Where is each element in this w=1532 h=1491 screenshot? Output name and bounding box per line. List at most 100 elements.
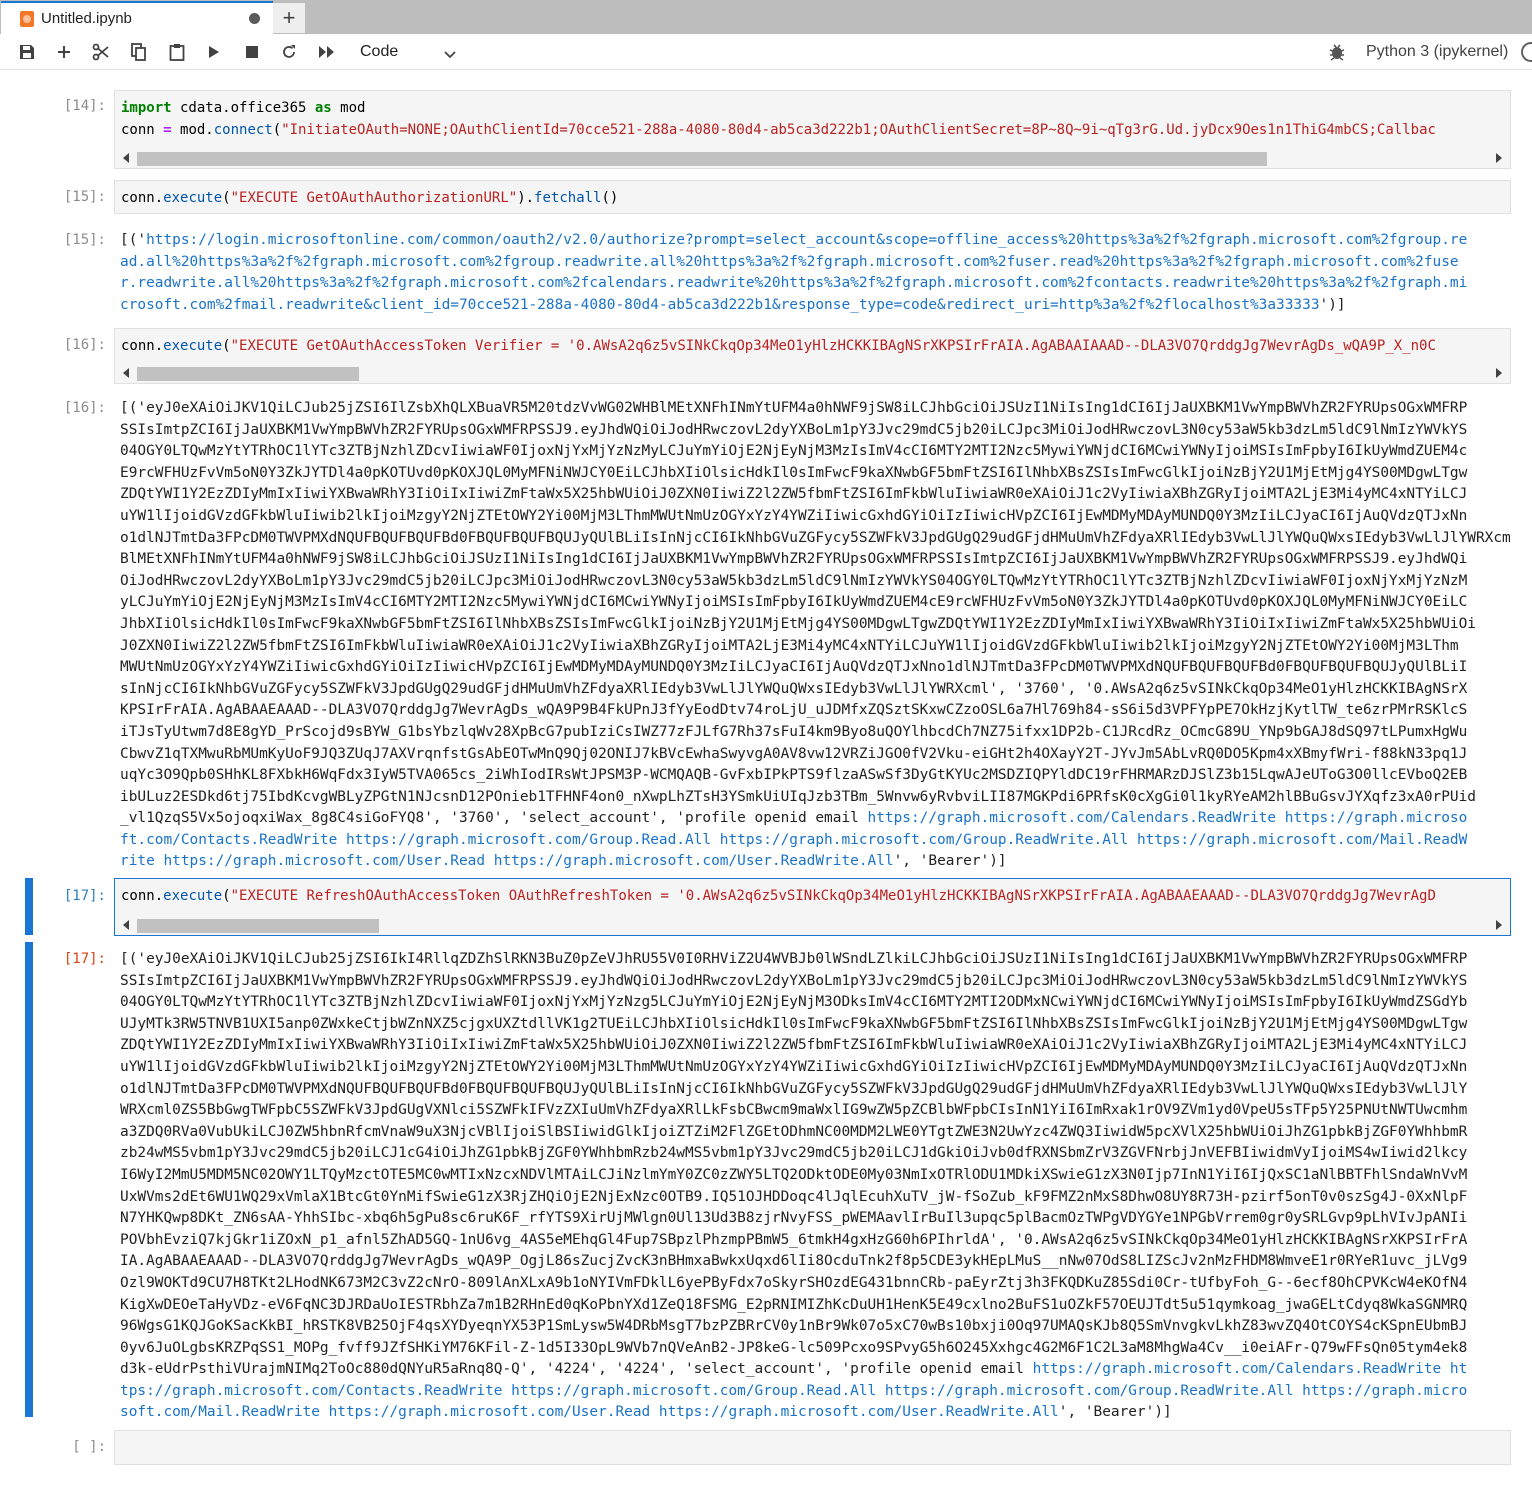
code-editor[interactable]: conn.execute("EXECUTE GetOAuthAccessToke… (114, 328, 1511, 384)
cell-type-dropdown[interactable]: Code (356, 40, 464, 64)
horizontal-scrollbar[interactable] (115, 148, 1510, 168)
output-line: E9rcWFHUzFvVm5oN0Y3ZkJYTDl4a0pKOTUvd0pKO… (120, 464, 1468, 481)
output-line: uqYc3O9Qpb0SHhKL8FXbkH6WqFdx3IyW5TVA065c… (120, 767, 1468, 784)
input-prompt: [17]: (63, 888, 106, 904)
output-collapser[interactable] (25, 942, 33, 1417)
output-line: MWUtNmUzOGYxYzY4YWZiIiwicGxhdGYiOiIzIiwi… (120, 659, 1468, 676)
input-collapser[interactable] (25, 878, 33, 935)
output-line: ft.com/Contacts.ReadWrite https://graph.… (120, 830, 1505, 852)
output-line: r.readwrite.all%20https%3a%2f%2fgraph.mi… (120, 273, 1505, 295)
output-line: sInNjcCI6IkNhbGVuZGFycy5SZWFkV3JpdGUgQ29… (120, 680, 1468, 697)
output-link[interactable]: https://graph.microsoft.com/Calendars.Re… (868, 810, 1468, 826)
stop-icon[interactable] (239, 40, 265, 64)
output-link[interactable]: r.readwrite.all%20https%3a%2f%2fgraph.mi… (120, 275, 1467, 291)
run-icon[interactable] (201, 40, 227, 64)
output-line: UxWVms2dEt6WU1WQ29xVmlaX1BtcGt0YnMifSwie… (120, 1188, 1468, 1205)
new-tab-button[interactable]: + (273, 3, 305, 33)
save-icon[interactable] (14, 40, 40, 64)
output-line: tps://graph.microsoft.com/Contacts.ReadW… (120, 1381, 1505, 1403)
output-link[interactable]: https://login.microsoftonline.com/common… (146, 232, 1467, 248)
output-line: yLCJuYmYiOjE2NjEyNjM3MzIsImV4cCI6MTY2MTI… (120, 594, 1468, 611)
horizontal-scrollbar[interactable] (115, 363, 1510, 383)
add-cell-icon[interactable] (51, 40, 77, 64)
notebook-icon (20, 10, 34, 27)
output-line: uYW1lIjoidGVzdGFkbWluIiwib2lkIjoiMzgyY2N… (120, 507, 1468, 524)
code-line: conn.execute("EXECUTE RefreshOAuthAccess… (121, 888, 1436, 904)
input-prompt: [14]: (63, 98, 106, 114)
paste-icon[interactable] (164, 40, 190, 64)
notebook-toolbar: Code Python 3 (ipykernel) (0, 34, 1532, 70)
output-line: SSIsImtpZCI6IjJaUXBKM1VwYmpBWVhZR2FYRUps… (120, 421, 1468, 438)
output-prompt: [16]: (63, 400, 106, 416)
output-link[interactable]: tps://graph.microsoft.com/Contacts.ReadW… (120, 1383, 1467, 1399)
output-link[interactable]: ft.com/Contacts.ReadWrite https://graph.… (120, 832, 1467, 848)
unsaved-dot-icon[interactable] (249, 13, 260, 24)
restart-run-all-icon[interactable] (314, 40, 340, 64)
output-line: SSIsImtpZCI6IjJaUXBKM1VwYmpBWVhZR2FYRUps… (120, 972, 1468, 989)
kernel-name[interactable]: Python 3 (ipykernel) (1366, 43, 1508, 61)
notebook-tab[interactable]: Untitled.ipynb (1, 1, 273, 34)
cell-output: [('eyJ0eXAiOiJKV1QiLCJub25jZSI6IlZsbXhQL… (114, 398, 1511, 873)
output-link[interactable]: crosoft.com%2fmail.readwrite&client_id=7… (120, 297, 1320, 313)
cell-output: [('https://login.microsoftonline.com/com… (114, 230, 1511, 320)
horizontal-scrollbar[interactable] (115, 915, 1510, 935)
restart-icon[interactable] (276, 40, 302, 64)
output-link[interactable]: rite https://graph.microsoft.com/User.Re… (120, 853, 894, 869)
code-editor[interactable]: conn.execute("EXECUTE GetOAuthAuthorizat… (114, 180, 1511, 214)
code-cell: [16]: conn.execute("EXECUTE GetOAuthAcce… (0, 328, 1532, 869)
output-line: 04OGY0LTQwMzYtYTRhOC1lYTc3ZTBjNzhlZDcvIi… (120, 443, 1468, 460)
tab-bar: Untitled.ipynb + (0, 0, 1532, 34)
output-line: rite https://graph.microsoft.com/User.Re… (120, 853, 1007, 870)
code-editor[interactable]: import cdata.office365 as mod conn = mod… (114, 90, 1511, 169)
cut-icon[interactable] (88, 40, 114, 64)
output-prompt: [17]: (63, 951, 106, 967)
notebook-panel: [14]: import cdata.office365 as mod conn… (0, 70, 1532, 1491)
output-line: o1dlNJTmtDa3FPcDM0TWVPMXdNQUFBQUFBQUFBd0… (120, 1080, 1468, 1097)
code-line: conn.execute("EXECUTE GetOAuthAuthorizat… (121, 190, 619, 206)
output-line: ZDQtYWI1Y2EzZDIyMmIxIiwiYXBwaWRhY3IiOiIx… (120, 486, 1468, 503)
output-prompt: [15]: (63, 232, 106, 248)
output-line: d3k-eUdrPsthiVUrajmNIMq2ToOc880dQNYuR5aR… (120, 1361, 1468, 1378)
output-line: 96WgsG1KQJGoKSacKkBI_hRSTK8VB25OjF4qsXYD… (120, 1318, 1468, 1335)
scroll-left-icon (123, 153, 129, 163)
output-line: [('eyJ0eXAiOiJKV1QiLCJub25jZSI6IlZsbXhQL… (120, 400, 1468, 416)
output-line: OiJodHRwczovL2dyYXBoLm1pY3Jvc29mdC5jb20i… (120, 572, 1468, 589)
output-line: zb24wMS5vbm1pY3Jvc29mdC5jb20iLCJ1cG4iOiJ… (120, 1145, 1468, 1162)
output-line: WRXcml0ZS5BbGwgTWFpbC5SZWFkV3JpdGUgVXNlc… (120, 1102, 1468, 1119)
scrollbar-thumb (137, 367, 359, 381)
code-editor[interactable]: conn.execute("EXECUTE RefreshOAuthAccess… (114, 878, 1511, 936)
output-line: [('eyJ0eXAiOiJKV1QiLCJub25jZSI6IkI4RllqZ… (120, 951, 1468, 967)
code-editor[interactable] (114, 1430, 1511, 1465)
output-line: BlMEtXNFhINmYtUFM4a0hNWF9jSW8iLCJhbGciOi… (120, 551, 1468, 568)
output-line: 0yv6JuOLgbsKRZPqSS1_MOPg_fvff9JZfSHKiYM7… (120, 1339, 1468, 1356)
cell-type-label: Code (360, 43, 399, 60)
output-line: J0ZXN0IiwiZ2l2ZW5fbmFtZSI6ImFkbWluIiwiaW… (120, 637, 1459, 654)
input-prompt: [15]: (63, 189, 106, 205)
output-line: _vl1QzqS5Vx5ojoqxiWax_8g8C4siGoFYQ8', '3… (120, 810, 1468, 827)
output-line: crosoft.com%2fmail.readwrite&client_id=7… (120, 296, 1346, 313)
scrollbar-thumb (137, 919, 379, 933)
output-line: N7YHKQwp8DKt_ZN6sAA-YhhSIbc-xbq6h5gPu8sc… (120, 1210, 1468, 1227)
output-link[interactable]: https://graph.microsoft.com/Calendars.Re… (1033, 1361, 1468, 1377)
scrollbar-thumb (137, 152, 1267, 166)
output-line: KigXwDEOeTaHyVDz-eV6FqNC3DJRDaUoIESTRbhZ… (120, 1296, 1468, 1313)
output-link[interactable]: soft.com/Mail.ReadWrite https://graph.mi… (120, 1404, 1059, 1420)
output-line: ibULuz2ESDkd6tj75IbdKcvgWBLyZPGtN1NJcsnD… (120, 788, 1476, 805)
code-line: conn.execute("EXECUTE GetOAuthAccessToke… (121, 338, 1436, 354)
output-line: CbwvZ1qTXMwuRbMUmKyUoF9JQ3ZUqJ7AXVrqnfst… (120, 745, 1468, 762)
scroll-right-icon (1496, 920, 1502, 930)
code-cell: [15]: conn.execute("EXECUTE GetOAuthAuth… (0, 180, 1532, 320)
kernel-status-icon (1521, 42, 1532, 62)
output-line: ZDQtYWI1Y2EzZDIyMmIxIiwiYXBwaWRhY3IiOiIx… (120, 1037, 1468, 1054)
input-prompt: [ ]: (72, 1439, 106, 1455)
bug-icon[interactable] (1326, 41, 1348, 63)
output-line: uYW1lIjoidGVzdGFkbWluIiwib2lkIjoiMzgyY2N… (120, 1058, 1468, 1075)
scroll-right-icon (1496, 368, 1502, 378)
code-cell-empty: [ ]: (0, 1430, 1532, 1466)
code-line: import cdata.office365 as mod conn = mod… (121, 100, 1436, 138)
output-line: ad.all%20https%3a%2f%2fgraph.microsoft.c… (120, 252, 1505, 274)
copy-icon[interactable] (126, 40, 152, 64)
output-link[interactable]: ad.all%20https%3a%2f%2fgraph.microsoft.c… (120, 254, 1459, 270)
output-line: JhbXIiOlsicHdkIl0sImFwcF9kaXNwbGF5bmFtZS… (120, 615, 1476, 632)
output-line: POVbhEvziQ7kjGkr1iZOxN_p1_afnl5ZhAD5GQ-1… (120, 1231, 1468, 1248)
